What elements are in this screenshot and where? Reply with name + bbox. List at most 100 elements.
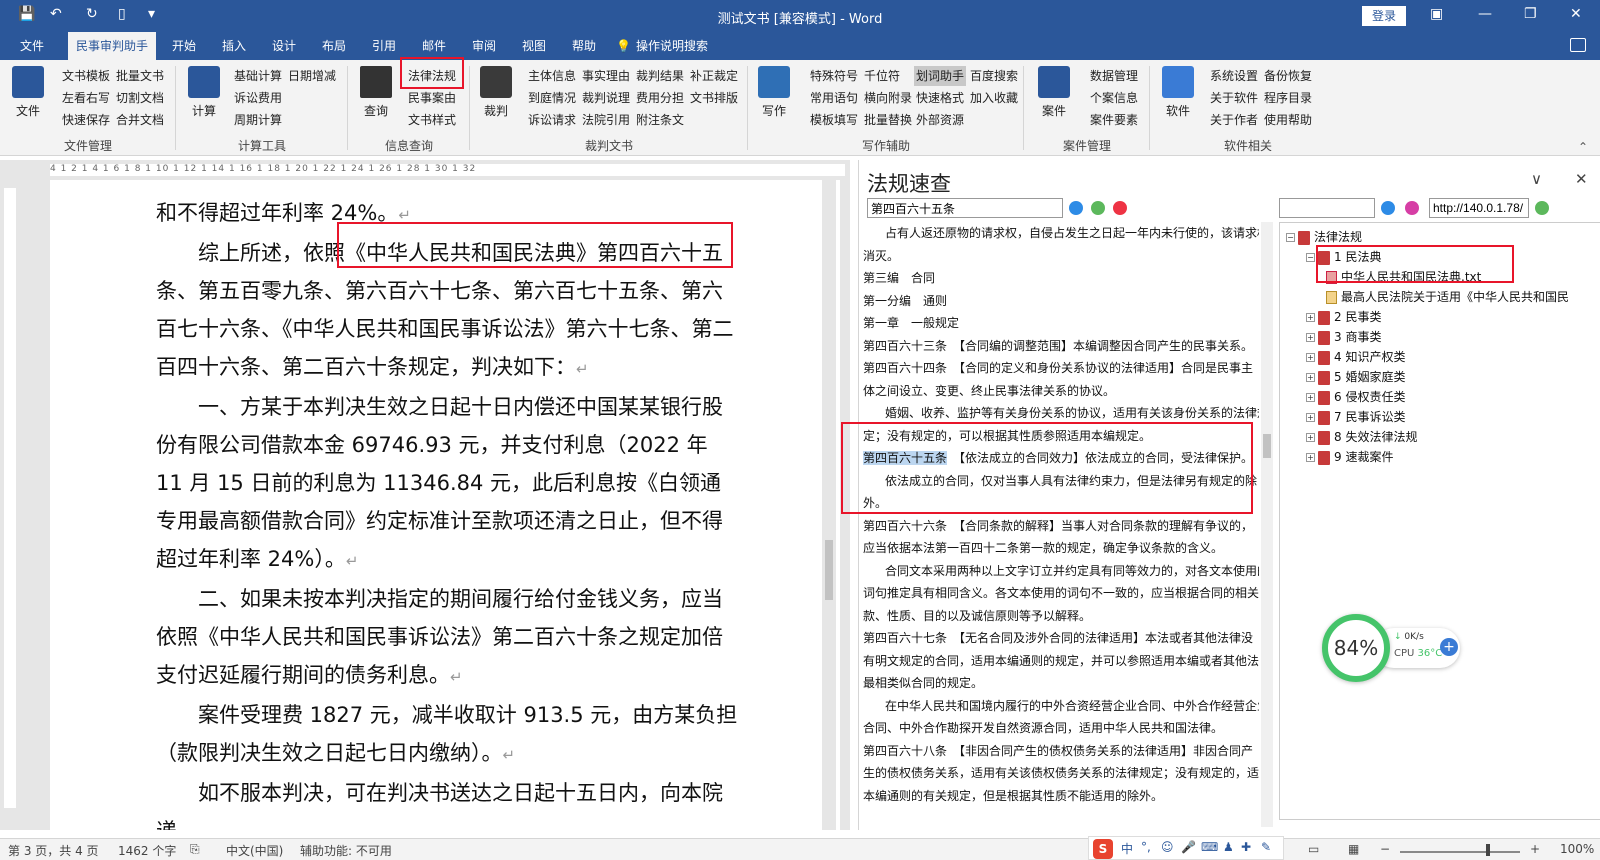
ribbon-display-icon[interactable]: ▣ [1430, 6, 1443, 22]
add-favorite-button[interactable]: 加入收藏 [968, 88, 1020, 108]
clear-icon[interactable] [1113, 201, 1127, 215]
tree-node[interactable]: +8 失效法律法规 [1306, 427, 1417, 447]
accessibility-status[interactable]: 辅助功能: 不可用 [300, 842, 392, 859]
landscape-appendix-button[interactable]: 横向附录 [862, 88, 914, 108]
print-layout-icon[interactable]: ▦ [1348, 842, 1359, 856]
tree-filter-input[interactable] [1279, 198, 1375, 218]
search-icon[interactable] [1069, 201, 1083, 215]
quick-save-button[interactable]: 快速保存 [60, 110, 112, 130]
quick-format-button[interactable]: 快速格式 [914, 88, 966, 108]
proofing-icon[interactable]: ⎘ [190, 842, 200, 857]
date-calc-button[interactable]: 日期增减 [286, 66, 338, 86]
keyboard-icon[interactable]: ⌨ [1201, 840, 1218, 854]
refresh-icon[interactable] [1091, 201, 1105, 215]
user-icon[interactable]: ♟ [1223, 840, 1234, 854]
party-info-button[interactable]: 主体信息 [526, 66, 578, 86]
data-management-button[interactable]: 数据管理 [1088, 66, 1140, 86]
external-resource-button[interactable]: 外部资源 [914, 110, 966, 130]
tab-civil-assistant[interactable]: 民事审判助手 [68, 32, 157, 60]
punctuation-icon[interactable]: °, [1141, 840, 1151, 854]
word-assistant-button[interactable]: 划词助手 [914, 66, 967, 86]
emoji-icon[interactable]: ☺ [1161, 840, 1174, 854]
tab-mailings[interactable]: 邮件 [418, 32, 450, 60]
doc-paragraph[interactable]: 二、如果未按本判决指定的期间履行给付金钱义务，应当依照《中华人民共和国民事诉讼法… [156, 580, 740, 696]
tab-home[interactable]: 开始 [168, 32, 200, 60]
claims-button[interactable]: 诉讼请求 [526, 110, 578, 130]
zoom-slider-track[interactable] [1400, 851, 1520, 853]
baidu-search-button[interactable]: 百度搜索 [968, 66, 1020, 86]
doc-paragraph[interactable]: 一、方某于本判决生效之日起十日内偿还中国某某银行股份有限公司借款本金 69746… [156, 388, 740, 580]
close-panel-icon[interactable]: ✕ [1575, 170, 1588, 188]
basic-calc-button[interactable]: 基础计算 [232, 66, 284, 86]
merge-doc-button[interactable]: 合并文档 [114, 110, 166, 130]
annotation-button[interactable]: 附注条文 [634, 110, 686, 130]
reasoning-button[interactable]: 裁判说理 [580, 88, 632, 108]
sogou-icon[interactable]: S [1093, 839, 1113, 859]
mic-icon[interactable]: 🎤 [1181, 840, 1196, 854]
civil-case-cause-button[interactable]: 民事案由 [406, 88, 458, 108]
software-button[interactable]: 软件 [1156, 66, 1200, 119]
law-text-scrollbar[interactable] [1261, 222, 1273, 827]
restore-icon[interactable]: ❐ [1524, 6, 1537, 22]
correction-ruling-button[interactable]: 补正裁定 [688, 66, 740, 86]
zoom-slider-thumb[interactable] [1486, 844, 1490, 856]
tab-file[interactable]: 文件 [16, 32, 48, 60]
comment-icon[interactable] [1570, 38, 1586, 52]
tree-search-icon[interactable] [1381, 201, 1395, 215]
read-mode-icon[interactable]: ▭ [1308, 842, 1319, 856]
case-button[interactable]: 案件 [1032, 66, 1076, 119]
program-dir-button[interactable]: 程序目录 [1262, 88, 1314, 108]
tab-layout[interactable]: 布局 [318, 32, 350, 60]
minimize-icon[interactable]: — [1478, 6, 1492, 22]
boost-icon[interactable]: + [1440, 638, 1458, 656]
go-icon[interactable] [1535, 201, 1549, 215]
tree-node[interactable]: +3 商事类 [1306, 327, 1381, 347]
zoom-out-icon[interactable]: − [1380, 842, 1390, 856]
document-scrollbar[interactable] [822, 180, 836, 830]
close-icon[interactable]: ✕ [1570, 6, 1582, 22]
law-text-view[interactable]: 占有人返还原物的请求权，自侵占发生之日起一年内未行使的，该请求权 消灭。 第三编… [859, 222, 1259, 827]
zoom-in-icon[interactable]: + [1530, 842, 1540, 856]
tab-view[interactable]: 视图 [518, 32, 550, 60]
facts-reasons-button[interactable]: 事实理由 [580, 66, 632, 86]
fee-share-button[interactable]: 费用分担 [634, 88, 686, 108]
scroll-thumb[interactable] [1263, 434, 1271, 458]
ime-mode[interactable]: 中 [1121, 840, 1133, 857]
query-button[interactable]: 查询 [354, 66, 398, 119]
judgment-result-button[interactable]: 裁判结果 [634, 66, 686, 86]
batch-replace-button[interactable]: 批量替换 [862, 110, 914, 130]
collapse-ribbon-icon[interactable]: ⌃ [1578, 140, 1588, 154]
tree-root[interactable]: − 法律法规 [1286, 227, 1362, 247]
zoom-level[interactable]: 100% [1560, 842, 1594, 856]
doc-paragraph[interactable]: 如不服本判决，可在判决书送达之日起十五日内，向本院递 [156, 774, 740, 830]
page-count[interactable]: 第 3 页，共 4 页 [8, 842, 99, 859]
common-phrases-button[interactable]: 常用语句 [808, 88, 860, 108]
split-view-button[interactable]: 左看右写 [60, 88, 112, 108]
write-button[interactable]: 写作 [752, 66, 796, 119]
period-calc-button[interactable]: 周期计算 [232, 110, 284, 130]
case-elements-button[interactable]: 案件要素 [1088, 110, 1140, 130]
cut-doc-button[interactable]: 切割文档 [114, 88, 166, 108]
tab-design[interactable]: 设计 [268, 32, 300, 60]
about-author-button[interactable]: 关于作者 [1208, 110, 1260, 130]
url-input[interactable] [1429, 198, 1529, 218]
document-page[interactable]: 和不得超过年利率 24%。↵ 综上所述，依照《中华人民共和国民法典》第四百六十五… [50, 180, 840, 830]
calc-button[interactable]: 计算 [182, 66, 226, 119]
judgment-button[interactable]: 裁判 [474, 66, 518, 119]
doc-layout-button[interactable]: 文书排版 [688, 88, 740, 108]
word-count[interactable]: 1462 个字 [118, 842, 176, 859]
chevron-down-icon[interactable]: ∨ [1531, 170, 1542, 188]
tree-node[interactable]: +6 侵权责任类 [1306, 387, 1405, 407]
settings-icon[interactable] [1405, 201, 1419, 215]
skin-icon[interactable]: ✚ [1241, 840, 1251, 854]
doc-paragraph[interactable]: 案件受理费 1827 元，减半收取计 913.5 元，由方某负担（款限判决生效之… [156, 696, 740, 774]
scroll-thumb[interactable] [825, 540, 833, 600]
tree-leaf[interactable]: 最高人民法院关于适用《中华人民共和国民 [1326, 287, 1569, 307]
doc-style-button[interactable]: 文书样式 [406, 110, 458, 130]
batch-doc-button[interactable]: 批量文书 [114, 66, 166, 86]
tab-insert[interactable]: 插入 [218, 32, 250, 60]
help-button[interactable]: 使用帮助 [1262, 110, 1314, 130]
doc-template-button[interactable]: 文书模板 [60, 66, 112, 86]
court-citation-button[interactable]: 法院引用 [580, 110, 632, 130]
tell-me-search[interactable]: 💡 操作说明搜索 [616, 32, 712, 60]
